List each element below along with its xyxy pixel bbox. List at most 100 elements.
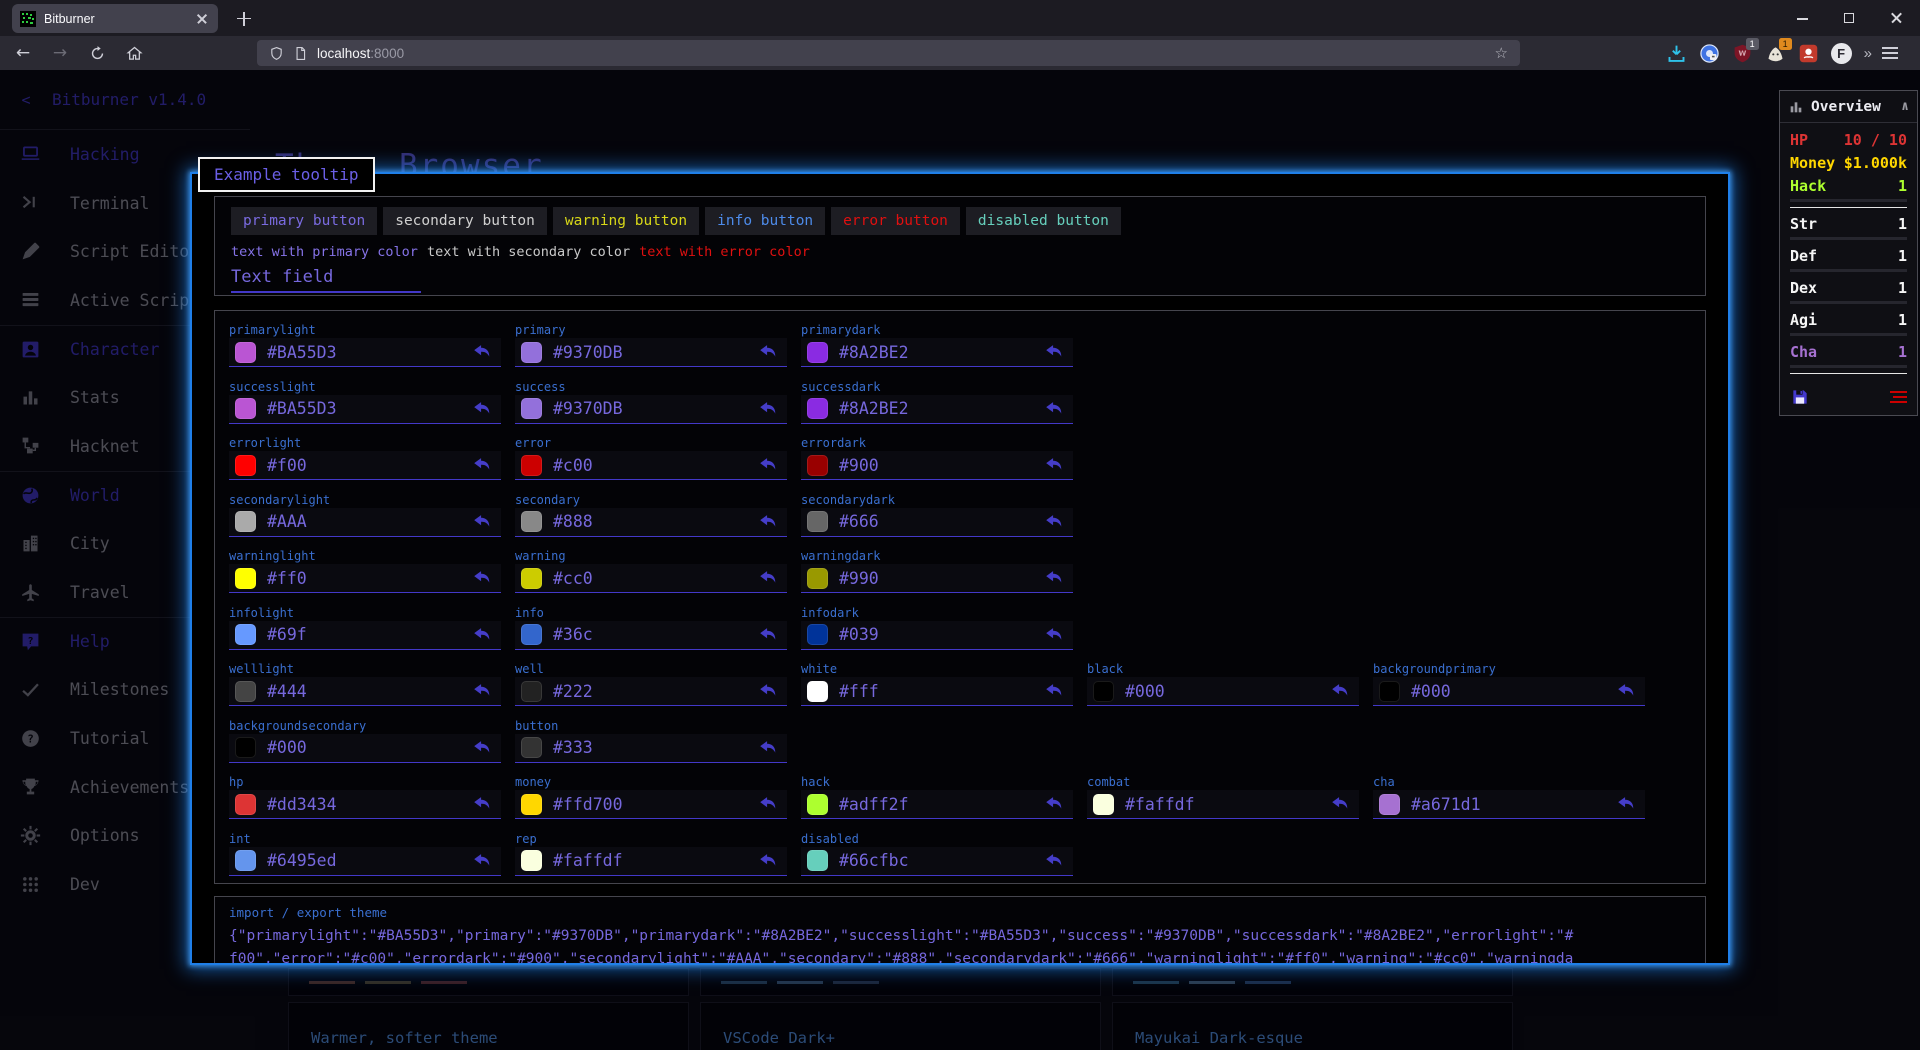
color-field-input[interactable]: #333 <box>515 734 787 763</box>
undo-icon[interactable] <box>757 454 779 476</box>
color-swatch[interactable] <box>807 398 828 419</box>
color-swatch[interactable] <box>521 511 542 532</box>
color-field-input[interactable]: #69f <box>229 621 501 650</box>
color-field-input[interactable]: #888 <box>515 508 787 537</box>
color-swatch[interactable] <box>1379 794 1400 815</box>
window-minimize-button[interactable] <box>1779 0 1826 36</box>
undo-icon[interactable] <box>757 680 779 702</box>
color-swatch[interactable] <box>521 624 542 645</box>
color-field-input[interactable]: #000 <box>1373 677 1645 706</box>
example-disabled-button[interactable]: disabled button <box>966 207 1121 235</box>
color-swatch[interactable] <box>521 568 542 589</box>
color-swatch[interactable] <box>521 737 542 758</box>
color-field-input[interactable]: #dd3434 <box>229 790 501 819</box>
color-swatch[interactable] <box>1379 681 1400 702</box>
overview-options-icon[interactable] <box>1890 389 1907 406</box>
undo-icon[interactable] <box>757 850 779 872</box>
color-swatch[interactable] <box>521 850 542 871</box>
color-field-input[interactable]: #222 <box>515 677 787 706</box>
undo-icon[interactable] <box>471 680 493 702</box>
color-swatch[interactable] <box>807 850 828 871</box>
color-field-input[interactable]: #039 <box>801 621 1073 650</box>
undo-icon[interactable] <box>1329 793 1351 815</box>
undo-icon[interactable] <box>1329 680 1351 702</box>
color-field-input[interactable]: #36c <box>515 621 787 650</box>
undo-icon[interactable] <box>1043 511 1065 533</box>
color-swatch[interactable] <box>235 624 256 645</box>
undo-icon[interactable] <box>471 624 493 646</box>
extension-red-icon[interactable] <box>1798 43 1819 64</box>
undo-icon[interactable] <box>471 793 493 815</box>
undo-icon[interactable] <box>471 511 493 533</box>
overview-header[interactable]: Overview ∧ <box>1780 91 1917 123</box>
extension-fox-icon[interactable]: 1 <box>1765 43 1786 64</box>
color-field-input[interactable]: #8A2BE2 <box>801 338 1073 367</box>
address-bar[interactable]: localhost:8000 ☆ <box>257 40 1520 66</box>
color-swatch[interactable] <box>521 681 542 702</box>
color-swatch[interactable] <box>235 568 256 589</box>
password-manager-icon[interactable] <box>1699 43 1720 64</box>
undo-icon[interactable] <box>1043 680 1065 702</box>
undo-icon[interactable] <box>1043 567 1065 589</box>
save-game-icon[interactable] <box>1790 387 1810 407</box>
url-text[interactable]: localhost:8000 <box>317 46 1495 61</box>
color-field-input[interactable]: #66cfbc <box>801 847 1073 876</box>
color-swatch[interactable] <box>807 511 828 532</box>
undo-icon[interactable] <box>1615 793 1637 815</box>
undo-icon[interactable] <box>1043 624 1065 646</box>
color-swatch[interactable] <box>807 455 828 476</box>
browser-tab-bitburner[interactable]: Bitburner <box>12 4 218 33</box>
color-field-input[interactable]: #AAA <box>229 508 501 537</box>
example-secondary-button[interactable]: secondary button <box>383 207 547 235</box>
color-swatch[interactable] <box>1093 794 1114 815</box>
window-close-button[interactable] <box>1873 0 1920 36</box>
undo-icon[interactable] <box>471 398 493 420</box>
color-swatch[interactable] <box>235 850 256 871</box>
color-swatch[interactable] <box>235 794 256 815</box>
color-field-input[interactable]: #000 <box>1087 677 1359 706</box>
color-field-input[interactable]: #444 <box>229 677 501 706</box>
color-field-input[interactable]: #6495ed <box>229 847 501 876</box>
undo-icon[interactable] <box>757 737 779 759</box>
undo-icon[interactable] <box>757 793 779 815</box>
example-warning-button[interactable]: warning button <box>553 207 699 235</box>
undo-icon[interactable] <box>1615 680 1637 702</box>
color-swatch[interactable] <box>235 398 256 419</box>
refresh-button[interactable] <box>82 38 112 68</box>
color-field-input[interactable]: #666 <box>801 508 1073 537</box>
overflow-chevrons-icon[interactable]: » <box>1864 45 1870 62</box>
color-swatch[interactable] <box>807 681 828 702</box>
undo-icon[interactable] <box>1043 793 1065 815</box>
color-field-input[interactable]: #cc0 <box>515 564 787 593</box>
shield-permissions-icon[interactable] <box>269 46 284 61</box>
color-field-input[interactable]: #faffdf <box>515 847 787 876</box>
color-swatch[interactable] <box>235 455 256 476</box>
tab-close-icon[interactable] <box>194 11 210 27</box>
color-swatch[interactable] <box>1093 681 1114 702</box>
undo-icon[interactable] <box>757 624 779 646</box>
color-field-input[interactable]: #fff <box>801 677 1073 706</box>
color-swatch[interactable] <box>521 455 542 476</box>
color-field-input[interactable]: #adff2f <box>801 790 1073 819</box>
color-field-input[interactable]: #f00 <box>229 451 501 480</box>
undo-icon[interactable] <box>471 737 493 759</box>
bookmark-star-icon[interactable]: ☆ <box>1495 44 1508 62</box>
color-field-input[interactable]: #ffd700 <box>515 790 787 819</box>
color-swatch[interactable] <box>235 737 256 758</box>
undo-icon[interactable] <box>1043 454 1065 476</box>
undo-icon[interactable] <box>757 567 779 589</box>
color-swatch[interactable] <box>521 794 542 815</box>
color-swatch[interactable] <box>807 624 828 645</box>
color-field-input[interactable]: #c00 <box>515 451 787 480</box>
new-tab-button[interactable] <box>230 6 258 31</box>
color-field-input[interactable]: #9370DB <box>515 395 787 424</box>
example-info-button[interactable]: info button <box>705 207 825 235</box>
color-field-input[interactable]: #900 <box>801 451 1073 480</box>
import-export-textarea[interactable]: {"primarylight":"#BA55D3","primary":"#93… <box>229 925 1691 965</box>
undo-icon[interactable] <box>757 398 779 420</box>
collapse-overview-icon[interactable]: ∧ <box>1901 99 1909 114</box>
color-field-input[interactable]: #000 <box>229 734 501 763</box>
color-swatch[interactable] <box>807 568 828 589</box>
undo-icon[interactable] <box>471 850 493 872</box>
color-swatch[interactable] <box>235 681 256 702</box>
